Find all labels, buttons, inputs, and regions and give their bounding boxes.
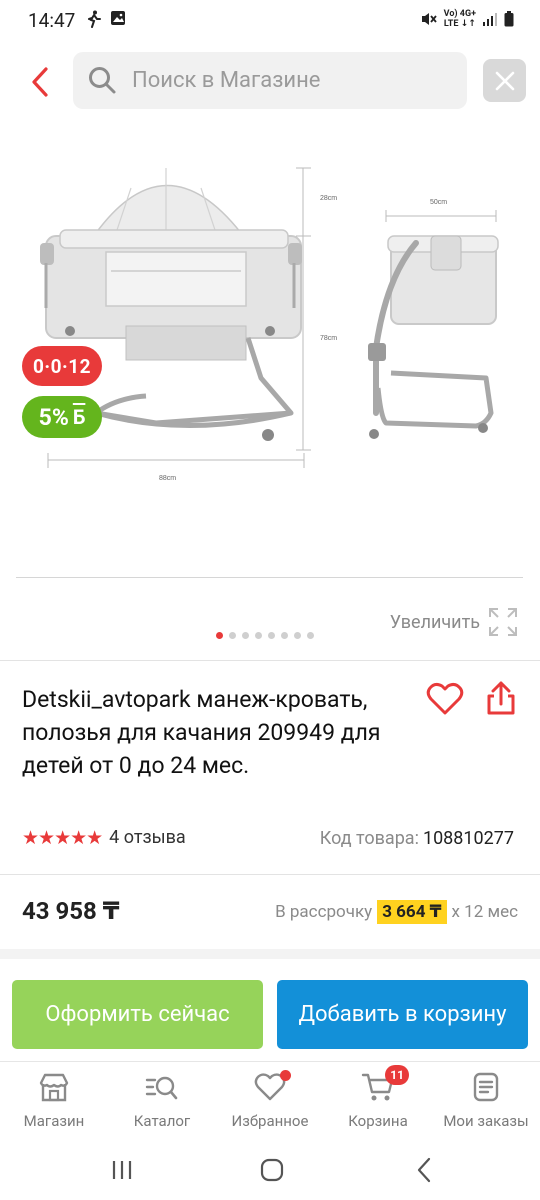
store-icon — [37, 1070, 71, 1104]
rating-stars: ★★★★★ — [22, 826, 103, 849]
bonus-percent: 5% — [38, 403, 69, 431]
walking-icon — [88, 10, 101, 28]
nav-label-store: Магазин — [23, 1112, 85, 1130]
nav-label-favorites: Избранное — [231, 1112, 309, 1130]
close-icon — [495, 71, 514, 90]
zoom-button[interactable]: Увеличить — [390, 607, 518, 637]
home-icon — [260, 1158, 284, 1182]
back-icon — [417, 1157, 431, 1183]
dim-height-top: 28cm — [320, 195, 337, 202]
bottom-navigation: Магазин Каталог Избранное 11 Корзина Мои… — [0, 1061, 540, 1141]
expand-icon — [489, 608, 517, 636]
product-code: Код товара: 108810277 — [320, 828, 514, 849]
divider — [0, 874, 540, 875]
close-search-button[interactable] — [483, 59, 526, 102]
network-top-label: Vo) 4G+ — [443, 9, 476, 19]
chevron-left-icon — [32, 67, 48, 97]
heart-icon — [253, 1070, 291, 1104]
battery-icon — [504, 11, 514, 27]
nav-label-cart: Корзина — [348, 1112, 408, 1130]
image-icon — [111, 11, 125, 25]
installment-prefix: В рассрочку — [275, 902, 373, 922]
installment-suffix: х 12 мес — [451, 902, 519, 922]
nav-item-store[interactable]: Магазин — [0, 1070, 108, 1130]
pagination-dot[interactable] — [242, 632, 249, 639]
share-icon — [487, 681, 515, 715]
network-indicator: Vo) 4G+ LTE ↓↑ — [444, 9, 476, 29]
dim-depth: 50cm — [430, 199, 447, 206]
heart-icon — [426, 682, 464, 715]
favorite-button[interactable] — [426, 682, 464, 716]
nav-item-catalog[interactable]: Каталог — [108, 1070, 216, 1130]
product-price: 43 958 ₸ — [22, 897, 120, 925]
recent-apps-icon — [112, 1161, 132, 1179]
nav-item-cart[interactable]: 11 Корзина — [324, 1065, 432, 1130]
age-badge: 0·0·12 — [22, 346, 102, 386]
cart-icon: 11 — [361, 1065, 409, 1104]
favorites-notification-dot — [280, 1070, 291, 1081]
system-back-button[interactable] — [404, 1155, 444, 1185]
divider — [0, 660, 540, 661]
pagination-dot[interactable] — [281, 632, 288, 639]
pagination-dot[interactable] — [229, 632, 236, 639]
pagination-dot[interactable] — [255, 632, 262, 639]
orders-icon — [469, 1070, 503, 1104]
search-placeholder: Поиск в Магазине — [132, 68, 321, 93]
add-to-cart-button[interactable]: Добавить в корзину — [277, 980, 528, 1049]
search-icon — [89, 67, 116, 94]
bonus-currency: Б — [72, 405, 86, 429]
dim-height-bottom: 78cm — [320, 335, 337, 342]
mute-icon — [421, 13, 437, 25]
product-code-value: 108810277 — [422, 828, 514, 849]
product-title: Detskii_avtopark манеж-кровать, полозья … — [22, 686, 381, 779]
home-button[interactable] — [252, 1155, 292, 1185]
reviews-count: 4 отзыва — [109, 827, 186, 848]
back-button[interactable] — [22, 60, 58, 104]
nav-label-orders: Мои заказы — [443, 1112, 529, 1130]
image-divider — [16, 577, 523, 578]
rating-row[interactable]: ★★★★★ 4 отзыва — [22, 826, 186, 849]
image-pagination — [216, 632, 314, 639]
installment-info[interactable]: В рассрочку 3 664 ₸ х 12 мес — [275, 900, 518, 924]
pagination-dot[interactable] — [216, 632, 223, 639]
pagination-dot[interactable] — [294, 632, 301, 639]
status-right-icons: Vo) 4G+ LTE ↓↑ — [420, 9, 514, 29]
search-input[interactable]: Поиск в Магазине — [73, 52, 467, 109]
dim-width: 88cm — [159, 475, 176, 482]
nav-label-catalog: Каталог — [133, 1112, 191, 1130]
pagination-dot[interactable] — [307, 632, 314, 639]
cart-count-badge: 11 — [385, 1065, 409, 1085]
installment-amount: 3 664 ₸ — [377, 900, 447, 924]
status-left-icons — [86, 10, 126, 28]
nav-item-favorites[interactable]: Избранное — [216, 1070, 324, 1130]
recent-apps-button[interactable] — [102, 1155, 142, 1185]
nav-item-orders[interactable]: Мои заказы — [432, 1070, 540, 1130]
product-code-label: Код товара: — [319, 828, 419, 849]
signal-icon — [483, 13, 497, 26]
zoom-label: Увеличить — [389, 611, 480, 633]
checkout-now-button[interactable]: Оформить сейчас — [12, 980, 263, 1049]
system-navigation-bar — [0, 1141, 540, 1200]
pagination-dot[interactable] — [268, 632, 275, 639]
status-bar: 14:47 Vo) 4G+ LTE ↓↑ — [0, 0, 540, 40]
share-button[interactable] — [484, 680, 518, 716]
status-time: 14:47 — [28, 9, 76, 32]
catalog-search-icon — [145, 1070, 179, 1104]
section-separator — [0, 949, 540, 959]
bonus-badge: 5% Б — [22, 396, 102, 438]
network-bottom-label: LTE ↓↑ — [443, 19, 476, 29]
